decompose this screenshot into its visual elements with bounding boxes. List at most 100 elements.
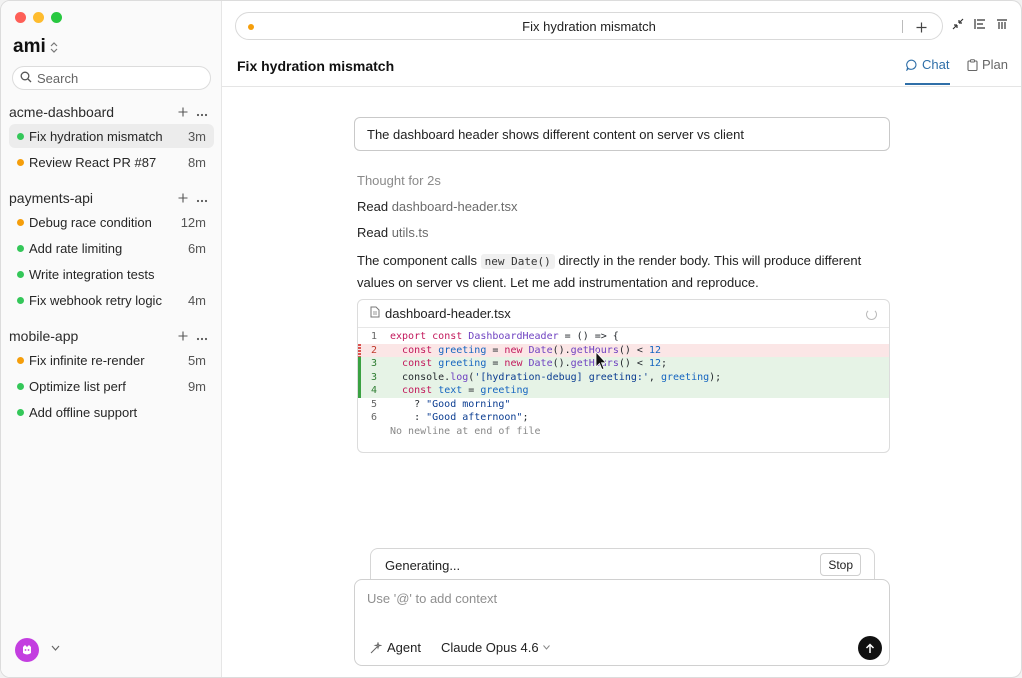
tool-read[interactable]: Read utils.ts: [357, 225, 429, 240]
add-session-button[interactable]: [916, 16, 927, 38]
sidebar-item-label: Fix hydration mismatch: [29, 128, 163, 144]
generating-status: Generating...: [385, 558, 461, 573]
group-header[interactable]: acme-dashboard: [1, 101, 222, 123]
user-message: The dashboard header shows different con…: [354, 117, 890, 151]
group-title: acme-dashboard: [9, 104, 115, 120]
clipboard-icon: [967, 58, 978, 71]
group-header[interactable]: mobile-app: [1, 325, 222, 347]
message-text: The component calls: [357, 253, 481, 268]
file-icon: [370, 306, 380, 321]
chevron-updown-icon: [50, 41, 58, 53]
sidebar-item-label: Add rate limiting: [29, 240, 123, 256]
search-box[interactable]: [12, 66, 211, 90]
add-icon[interactable]: [178, 190, 188, 206]
agent-icon: [370, 641, 382, 653]
divider: [902, 20, 903, 33]
line-number: 5: [370, 398, 378, 410]
tool-read[interactable]: Read dashboard-header.tsx: [357, 199, 517, 214]
inline-code: new Date(): [480, 254, 555, 269]
code-text: : "Good afternoon";: [390, 412, 529, 424]
status-dot: [17, 158, 24, 166]
sidebar-item[interactable]: Optimize list perf 9m: [9, 374, 214, 398]
group-header[interactable]: payments-api: [1, 187, 222, 209]
code-text: No newline at end of file: [390, 425, 541, 437]
sidebar-item[interactable]: Write integration tests: [9, 262, 214, 286]
sidebar-item-label: Add offline support: [29, 404, 138, 420]
close-window-button[interactable]: [15, 12, 26, 23]
sidebar-item[interactable]: Debug race condition 12m: [9, 210, 214, 234]
tool-file: dashboard-header.tsx: [391, 199, 518, 214]
add-icon[interactable]: [178, 328, 188, 344]
outline-icon[interactable]: [974, 18, 986, 30]
avatar[interactable]: [15, 638, 39, 662]
session-bar[interactable]: Fix hydration mismatch: [235, 12, 943, 40]
minimize-window-button[interactable]: [33, 12, 44, 23]
app-window: ami acme-dashboard Fix hydration mismatch…: [0, 0, 1022, 678]
status-dot: [17, 382, 24, 390]
sidebar-item-label: Optimize list perf: [29, 378, 126, 394]
sidebar-item[interactable]: Fix webhook retry logic 4m: [9, 288, 214, 312]
sidebar-group: mobile-app Fix infinite re-render 5m Optimi…: [1, 325, 222, 426]
line-number: 3: [370, 371, 378, 383]
agent-mode-button[interactable]: Agent: [370, 640, 421, 655]
tool-file: utils.ts: [391, 225, 429, 240]
send-button[interactable]: [858, 636, 882, 660]
sidebar-item-label: Debug race condition: [29, 214, 152, 230]
more-icon[interactable]: [196, 328, 208, 344]
sidebar-item-time: 5m: [187, 352, 206, 368]
mouse-pointer-icon: [595, 351, 607, 371]
maximize-window-button[interactable]: [51, 12, 62, 23]
search-icon: [20, 71, 32, 86]
model-label: Claude Opus 4.6: [441, 640, 539, 655]
code-line: 3 const greeting = new Date().getHours()…: [358, 357, 889, 371]
sidebar-item-label: Fix infinite re-render: [29, 352, 145, 368]
tab-chat[interactable]: Chat: [906, 57, 949, 72]
search-input[interactable]: [37, 70, 197, 86]
sidebar: ami acme-dashboard Fix hydration mismatch…: [1, 1, 222, 677]
code-line: 3 console.log('[hydration-debug] greetin…: [358, 370, 889, 384]
columns-icon[interactable]: [996, 18, 1008, 30]
group-actions: [178, 190, 208, 206]
sidebar-item[interactable]: Review React PR #87 8m: [9, 150, 214, 174]
tab-plan[interactable]: Plan: [967, 57, 1008, 72]
sidebar-item[interactable]: Add rate limiting 6m: [9, 236, 214, 260]
diff-header[interactable]: dashboard-header.tsx: [358, 300, 889, 328]
code-text: ? "Good morning": [390, 398, 511, 410]
top-toolbar: [952, 18, 1008, 30]
line-number: 2: [370, 344, 378, 356]
sidebar-item[interactable]: Add offline support: [9, 400, 214, 424]
window-controls: [15, 12, 62, 23]
composer: Agent Claude Opus 4.6: [354, 579, 890, 666]
diff-marker: [358, 425, 361, 439]
sidebar-item-time: 4m: [187, 292, 206, 308]
thought-status[interactable]: Thought for 2s: [357, 173, 441, 188]
group-title: mobile-app: [9, 328, 79, 344]
sidebar-item[interactable]: Fix hydration mismatch 3m: [9, 124, 214, 148]
more-icon[interactable]: [196, 104, 208, 120]
tab-plan-label: Plan: [982, 57, 1009, 72]
model-selector[interactable]: Claude Opus 4.6: [441, 640, 550, 655]
page-header: Fix hydration mismatch Chat Plan: [222, 51, 1021, 87]
chevron-down-icon[interactable]: [51, 642, 60, 654]
sidebar-group: acme-dashboard Fix hydration mismatch 3m Re…: [1, 101, 222, 176]
code-text: const greeting = new Date().getHours() <…: [402, 344, 661, 356]
status-dot: [17, 408, 24, 416]
active-tab-indicator: [905, 83, 950, 85]
group-title: payments-api: [9, 190, 94, 206]
add-icon[interactable]: [178, 104, 188, 120]
sidebar-group: payments-api Debug race condition 12m Add r…: [1, 187, 222, 314]
code-text: console.log('[hydration-debug] greeting:…: [390, 371, 722, 383]
sidebar-item[interactable]: Fix infinite re-render 5m: [9, 348, 214, 372]
message-input[interactable]: [367, 591, 867, 606]
status-dot: [17, 296, 24, 304]
code-line: 6 : "Good afternoon";: [358, 411, 889, 425]
stop-button[interactable]: Stop: [820, 553, 861, 576]
more-icon[interactable]: [196, 190, 208, 206]
collapse-icon[interactable]: [952, 18, 964, 30]
line-number: 3: [370, 358, 378, 370]
line-number: 6: [370, 412, 378, 424]
status-dot: [17, 218, 24, 226]
status-dot: [17, 132, 24, 140]
workspace-switcher[interactable]: ami: [13, 36, 58, 58]
sidebar-item-label: Fix webhook retry logic: [29, 292, 162, 308]
